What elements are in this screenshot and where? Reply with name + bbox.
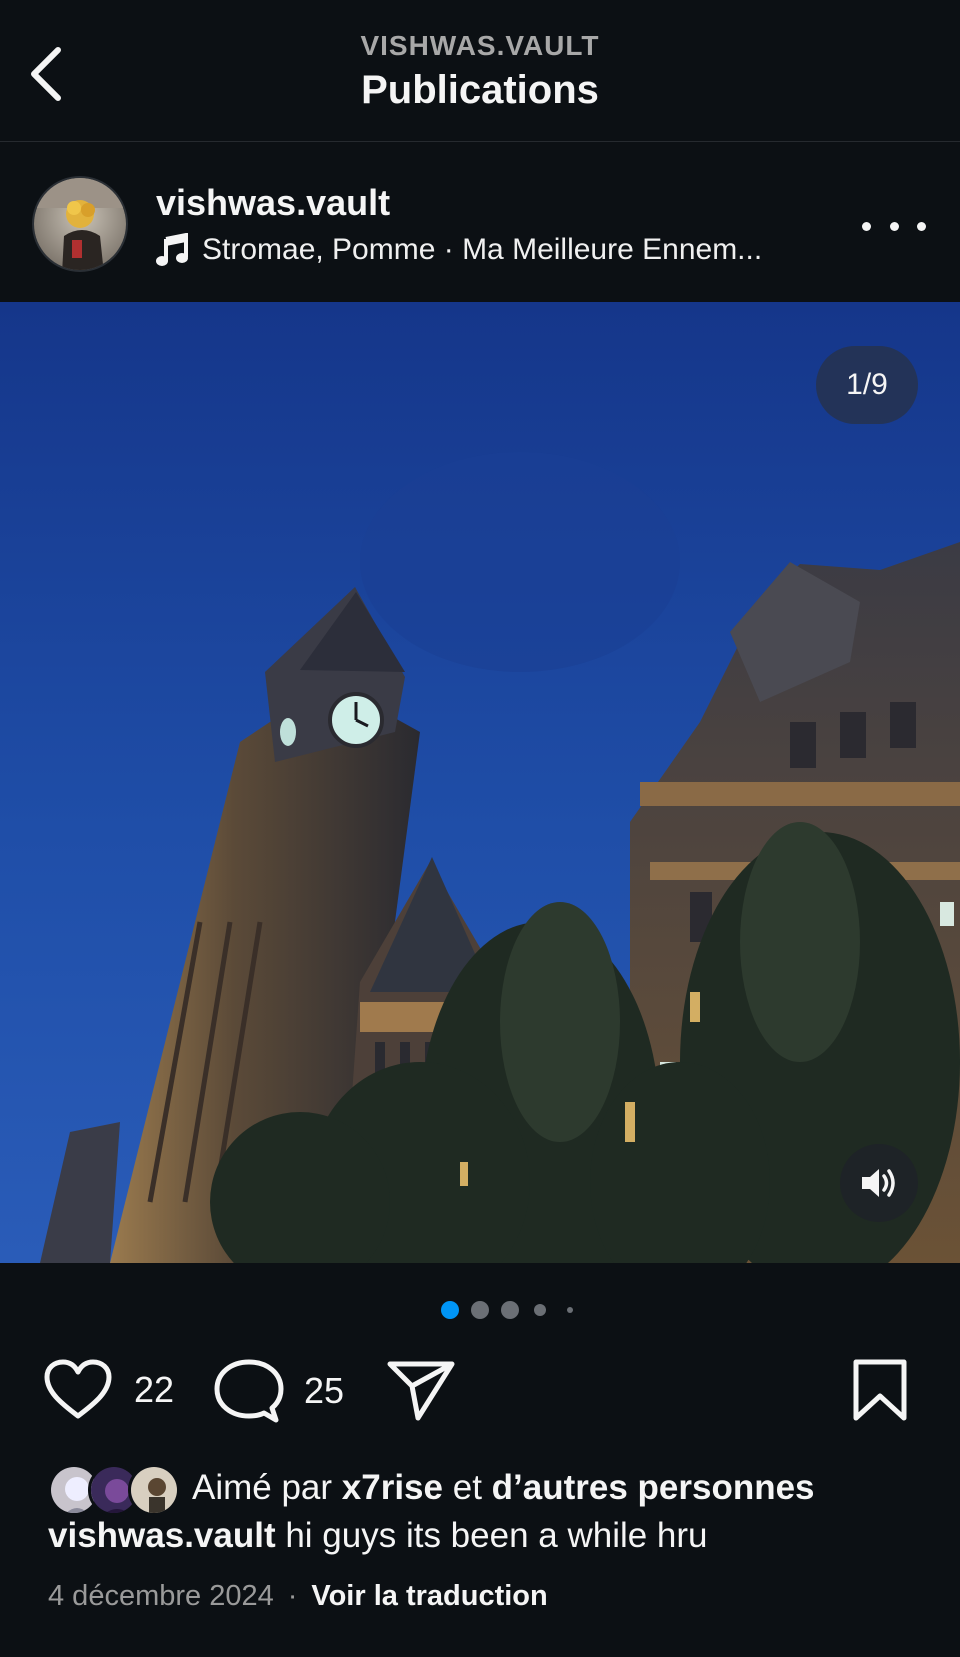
like-count: 22	[134, 1369, 175, 1410]
liked-by-row[interactable]: Aimé par x7rise et d’autres personnes	[48, 1460, 948, 1516]
liked-by-conjunction: et	[443, 1468, 492, 1507]
post-meta: 4 décembre 2024 · Voir la traduction	[48, 1580, 548, 1613]
post-caption: vishwas.vault hi guys its been a while h…	[48, 1516, 708, 1556]
liked-by-prefix: Aimé par	[192, 1468, 342, 1507]
like-button[interactable]: 22	[42, 1358, 174, 1422]
comment-button[interactable]: 25	[214, 1358, 344, 1424]
carousel-dot-active	[441, 1301, 459, 1319]
post-header: vishwas.vault Stromae, Pomme · Ma Meille…	[0, 142, 960, 302]
header-account-name: VISHWAS.VAULT	[360, 30, 600, 61]
liked-by-text: Aimé par x7rise et d’autres personnes	[192, 1468, 815, 1508]
see-translation-link[interactable]: Voir la traduction	[311, 1580, 547, 1612]
bookmark-icon	[853, 1359, 907, 1421]
post-image[interactable]: 1/9	[0, 302, 960, 1263]
top-bar: VISHWAS.VAULT Publications	[0, 0, 960, 142]
carousel-dot	[534, 1304, 546, 1316]
comment-count: 25	[304, 1370, 345, 1411]
post-date: 4 décembre 2024	[48, 1580, 274, 1612]
carousel-indicator	[0, 1298, 960, 1322]
sound-toggle-button[interactable]	[840, 1144, 918, 1222]
caption-username[interactable]: vishwas.vault	[48, 1516, 276, 1555]
liked-by-others-link[interactable]: d’autres personnes	[492, 1468, 815, 1507]
speaker-icon	[862, 1169, 895, 1197]
music-track[interactable]: Stromae, Pomme · Ma Meilleure Ennem...	[156, 230, 762, 270]
carousel-dot	[501, 1301, 519, 1319]
liker-avatar	[128, 1464, 180, 1516]
meta-separator: ·	[287, 1580, 298, 1612]
send-icon	[387, 1361, 455, 1421]
more-icon	[862, 221, 871, 231]
post-username[interactable]: vishwas.vault	[156, 182, 390, 224]
share-button[interactable]	[386, 1358, 456, 1422]
more-icon-dot	[917, 221, 926, 231]
heart-icon	[44, 1359, 112, 1419]
music-label: Stromae, Pomme · Ma Meilleure Ennem...	[202, 233, 763, 266]
caption-text: hi guys its been a while hru	[275, 1516, 708, 1555]
action-bar: 22 25	[0, 1350, 960, 1430]
liked-by-user-link[interactable]: x7rise	[342, 1468, 443, 1507]
save-button[interactable]	[852, 1358, 908, 1422]
music-note-icon	[156, 233, 188, 266]
carousel-dot	[567, 1307, 573, 1313]
comment-icon	[214, 1359, 284, 1423]
more-options-button[interactable]	[862, 206, 926, 246]
avatar[interactable]	[32, 176, 128, 272]
page-title: Publications	[361, 68, 599, 112]
carousel-dot	[471, 1301, 489, 1319]
carousel-counter: 1/9	[816, 346, 918, 424]
more-icon-dot	[889, 221, 899, 231]
